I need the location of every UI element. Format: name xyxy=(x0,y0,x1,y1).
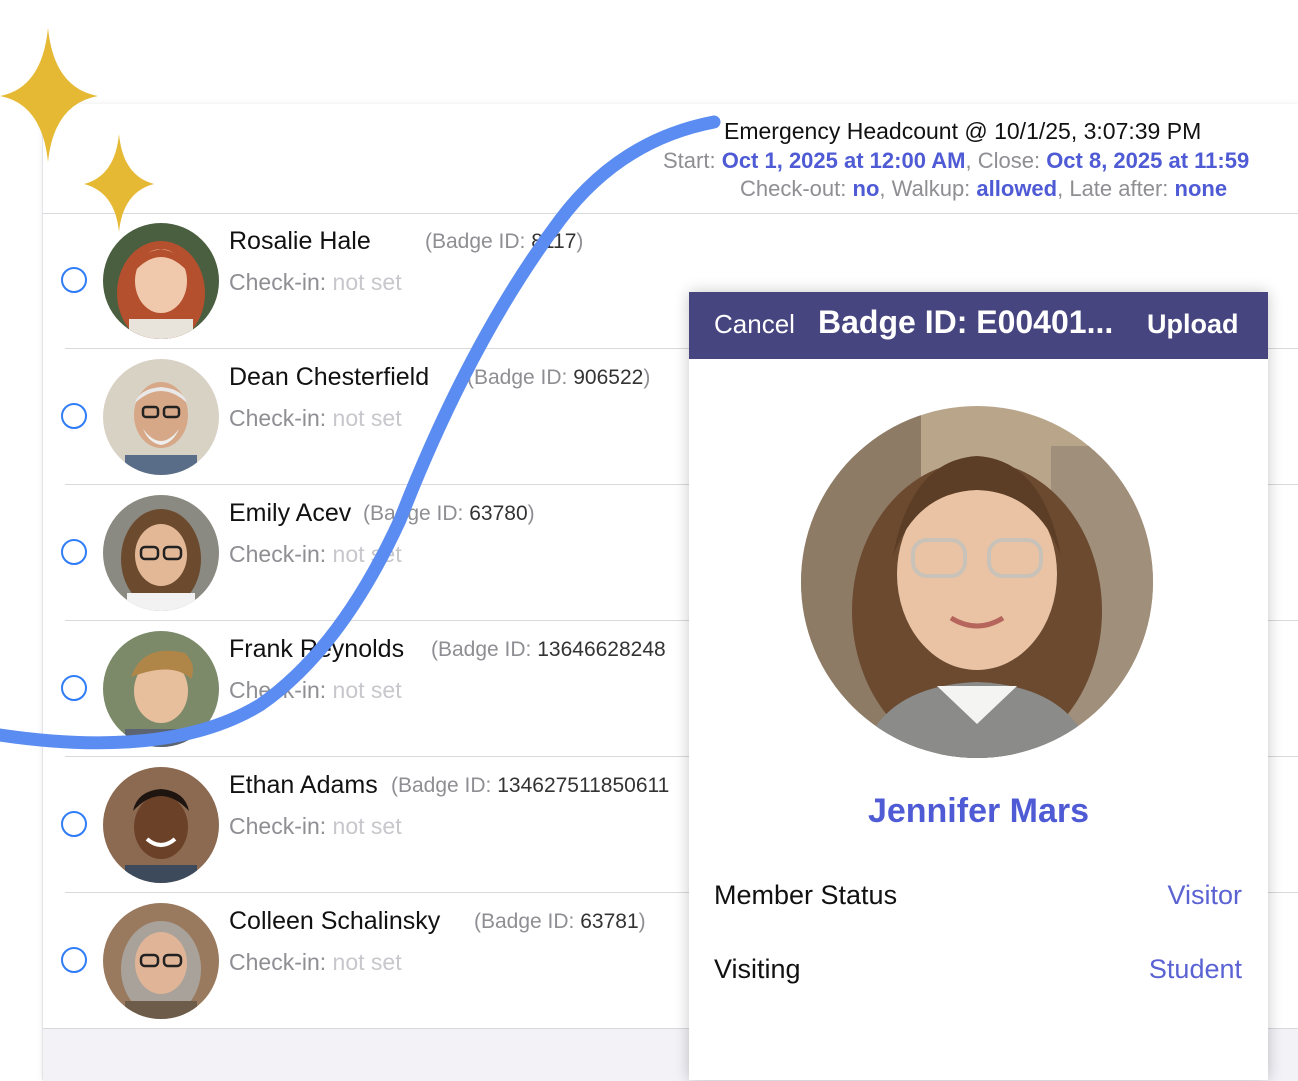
select-radio[interactable] xyxy=(61,267,87,293)
start-value[interactable]: Oct 1, 2025 at 12:00 AM xyxy=(722,148,966,173)
field-value[interactable]: Student xyxy=(1149,954,1242,985)
avatar xyxy=(103,359,219,475)
checkin-status: Check-in: not set xyxy=(229,541,402,567)
profile-photo[interactable] xyxy=(801,406,1153,758)
avatar xyxy=(103,495,219,611)
modal-navbar: Cancel Badge ID: E00401... Upload xyxy=(689,292,1268,359)
late-label: , Late after: xyxy=(1057,176,1169,201)
headcount-dates: Start: Oct 1, 2025 at 12:00 AM, Close: O… xyxy=(663,148,1249,174)
select-radio[interactable] xyxy=(61,403,87,429)
person-name: Ethan Adams xyxy=(229,771,378,799)
headcount-header: Emergency Headcount @ 10/1/25, 3:07:39 P… xyxy=(43,104,1298,214)
badge-id: (Badge ID: 906522) xyxy=(467,366,651,389)
field-label: Visiting xyxy=(714,954,801,984)
person-name: Rosalie Hale xyxy=(229,227,371,255)
person-name: Emily Acev xyxy=(229,499,352,527)
late-value[interactable]: none xyxy=(1175,176,1228,201)
modal-title: Badge ID: E00401... xyxy=(818,304,1114,340)
badge-id: (Badge ID: 63781) xyxy=(474,910,646,933)
field-value[interactable]: Visitor xyxy=(1167,880,1242,911)
checkout-value[interactable]: no xyxy=(853,176,880,201)
upload-button[interactable]: Upload xyxy=(1147,309,1239,340)
select-radio[interactable] xyxy=(61,947,87,973)
cancel-button[interactable]: Cancel xyxy=(714,309,795,340)
avatar xyxy=(103,903,219,1019)
checkin-status: Check-in: not set xyxy=(229,813,402,839)
badge-id: (Badge ID: 8117) xyxy=(425,230,584,253)
select-radio[interactable] xyxy=(61,539,87,565)
checkin-status: Check-in: not set xyxy=(229,677,402,703)
person-name: Colleen Schalinsky xyxy=(229,907,441,935)
checkin-status: Check-in: not set xyxy=(229,269,402,295)
walkup-label: , Walkup: xyxy=(879,176,971,201)
person-name: Dean Chesterfield xyxy=(229,363,430,391)
badge-detail-modal: Cancel Badge ID: E00401... Upload Jennif… xyxy=(689,292,1268,1080)
badge-id: (Badge ID: 134627511850611 xyxy=(391,774,670,797)
close-value[interactable]: Oct 8, 2025 at 11:59 xyxy=(1046,148,1249,173)
headcount-options: Check-out: no, Walkup: allowed, Late aft… xyxy=(740,176,1227,202)
walkup-value[interactable]: allowed xyxy=(976,176,1057,201)
badge-id: (Badge ID: 13646628248 xyxy=(431,638,666,661)
avatar xyxy=(103,223,219,339)
select-radio[interactable] xyxy=(61,811,87,837)
badge-id: (Badge ID: 63780) xyxy=(363,502,535,525)
headcount-title: Emergency Headcount @ 10/1/25, 3:07:39 P… xyxy=(724,118,1202,144)
field-label: Member Status xyxy=(714,880,898,910)
start-label: Start: xyxy=(663,148,716,173)
checkin-status: Check-in: not set xyxy=(229,949,402,975)
person-name: Frank Reynolds xyxy=(229,635,405,663)
select-radio[interactable] xyxy=(61,675,87,701)
close-label: , Close: xyxy=(965,148,1041,173)
person-name-heading: Jennifer Mars xyxy=(867,792,1090,830)
avatar xyxy=(103,767,219,883)
avatar xyxy=(103,631,219,747)
checkout-label: Check-out: xyxy=(740,176,847,201)
checkin-status: Check-in: not set xyxy=(229,405,402,431)
